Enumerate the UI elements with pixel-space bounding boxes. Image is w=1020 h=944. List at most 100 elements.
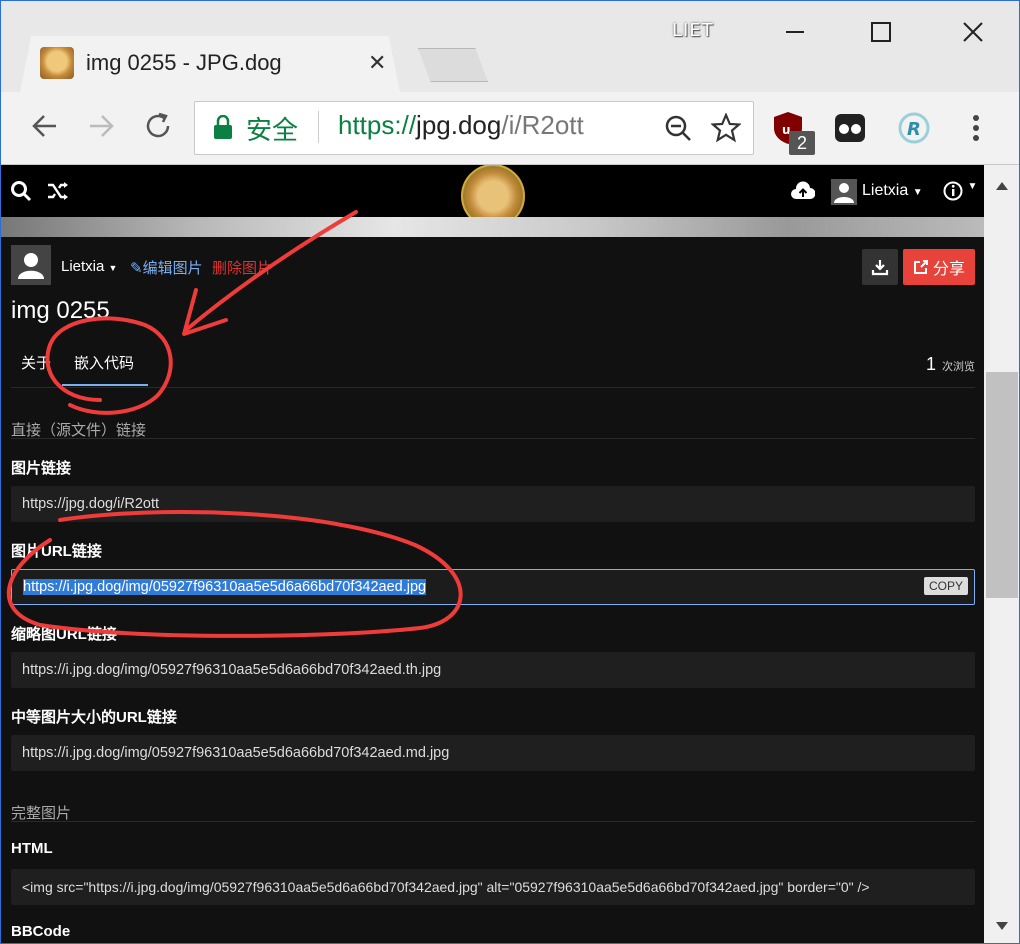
kebab-menu-icon: [973, 115, 979, 141]
doge-favicon-icon: [40, 47, 74, 79]
menu-button[interactable]: [958, 110, 994, 146]
caret-down-icon: ▼: [912, 187, 923, 198]
tabs-divider: [11, 387, 975, 388]
owner-name: Lietxia: [61, 258, 105, 275]
html-code-field[interactable]: <img src="https://i.jpg.dog/img/05927f96…: [11, 869, 975, 905]
html-code-value: <img src="https://i.jpg.dog/img/05927f96…: [22, 879, 870, 895]
url-path: /i/R2ott: [501, 110, 584, 140]
star-icon: [711, 113, 741, 143]
r-circle-icon: R: [898, 112, 930, 144]
info-menu[interactable]: ▼: [943, 181, 977, 206]
share-icon: [913, 260, 928, 274]
thumbnail-url-label: 缩略图URL链接: [11, 626, 117, 643]
url-domain: jpg.dog: [416, 110, 502, 140]
glasses-icon: [835, 114, 865, 142]
arrow-left-icon: [32, 115, 56, 137]
browser-window: LIET img 0255 - JPG.dog ✕ 安全 https://jpg…: [0, 0, 1020, 944]
scroll-up-button[interactable]: [990, 176, 1014, 196]
image-link-field[interactable]: https://jpg.dog/i/R2ott: [11, 486, 975, 522]
header-user-menu[interactable]: Lietxia ▼: [862, 182, 923, 200]
user-icon: [834, 183, 854, 203]
tab-close-icon[interactable]: ✕: [368, 50, 386, 76]
download-button[interactable]: [862, 249, 898, 285]
scroll-down-button[interactable]: [990, 916, 1014, 936]
info-icon: [943, 181, 963, 201]
extension-button-3[interactable]: R: [896, 110, 932, 146]
image-url-label: 图片URL链接: [11, 543, 102, 560]
view-count: 1 次浏览: [926, 354, 975, 375]
download-icon: [871, 260, 889, 276]
tab-embed-codes[interactable]: 嵌入代码: [74, 352, 134, 373]
thumbnail-url-field[interactable]: https://i.jpg.dog/img/05927f96310aa5e5d6…: [11, 652, 975, 688]
bbcode-label: BBCode: [11, 923, 71, 940]
caret-down-icon: ▼: [967, 181, 978, 192]
minimize-button[interactable]: [772, 14, 818, 50]
user-icon: [18, 253, 44, 279]
reload-icon: [146, 112, 170, 138]
share-button[interactable]: 分享: [903, 249, 975, 285]
svg-text:R: R: [907, 119, 921, 140]
section-direct-links: 直接（源文件）链接: [11, 422, 147, 439]
extension-button-2[interactable]: [832, 110, 868, 146]
pencil-icon: ✎: [130, 260, 143, 277]
tab-about[interactable]: 关于: [21, 352, 51, 373]
image-link-label: 图片链接: [11, 460, 72, 477]
shuffle-icon: [48, 182, 68, 200]
scrollbar-thumb[interactable]: [986, 372, 1018, 598]
section-divider: [11, 438, 975, 439]
profile-name[interactable]: LIET: [672, 20, 714, 41]
delete-image-link[interactable]: 删除图片: [212, 257, 272, 278]
site-search-button[interactable]: [10, 180, 32, 207]
header-user-name: Lietxia: [862, 182, 909, 199]
active-tab-indicator: [62, 384, 148, 386]
url-scheme: https://: [338, 110, 417, 140]
thumbnail-url-value: https://i.jpg.dog/img/05927f96310aa5e5d6…: [22, 662, 442, 678]
medium-url-label: 中等图片大小的URL链接: [11, 709, 177, 726]
caret-down-icon: ▼: [108, 263, 118, 273]
owner-avatar[interactable]: [11, 245, 51, 285]
image-title: img 0255: [11, 297, 110, 324]
arrow-right-icon: [90, 115, 114, 137]
zoom-button[interactable]: [660, 110, 696, 146]
maximize-icon: [871, 22, 891, 42]
bookmark-button[interactable]: [708, 110, 744, 146]
triangle-up-icon: [996, 182, 1008, 190]
back-button[interactable]: [26, 108, 62, 144]
edit-image-link[interactable]: ✎编辑图片: [130, 257, 203, 278]
ublock-badge: 2: [789, 131, 815, 155]
image-link-value: https://jpg.dog/i/R2ott: [22, 496, 160, 512]
section-full-image: 完整图片: [11, 805, 72, 822]
header-avatar[interactable]: [831, 179, 857, 205]
medium-url-field[interactable]: https://i.jpg.dog/img/05927f96310aa5e5d6…: [11, 735, 975, 771]
owner-menu[interactable]: Lietxia ▼: [61, 258, 117, 275]
minimize-icon: [786, 31, 804, 33]
view-count-label: 次浏览: [942, 361, 975, 373]
lock-icon: [214, 115, 232, 139]
image-url-value: https://i.jpg.dog/img/05927f96310aa5e5d6…: [23, 579, 427, 595]
edit-image-label: 编辑图片: [142, 260, 203, 277]
omnibox-divider: [318, 111, 319, 143]
copy-button[interactable]: COPY: [923, 577, 968, 595]
url-text[interactable]: https://jpg.dog/i/R2ott: [338, 110, 584, 141]
cloud-upload-icon: [791, 181, 816, 199]
zoom-out-icon: [665, 115, 691, 141]
tab-title: img 0255 - JPG.dog: [86, 50, 282, 75]
upload-button[interactable]: [791, 181, 816, 206]
medium-url-value: https://i.jpg.dog/img/05927f96310aa5e5d6…: [22, 745, 450, 761]
close-icon: [963, 22, 983, 42]
close-window-button[interactable]: [950, 14, 996, 50]
image-url-field[interactable]: https://i.jpg.dog/img/05927f96310aa5e5d6…: [11, 569, 975, 605]
triangle-down-icon: [996, 922, 1008, 930]
view-count-number: 1: [925, 354, 936, 374]
random-button[interactable]: [47, 181, 69, 206]
secure-label: 安全: [246, 115, 299, 145]
html-label: HTML: [11, 840, 53, 857]
forward-button[interactable]: [84, 108, 120, 144]
maximize-button[interactable]: [858, 14, 904, 50]
search-icon: [11, 181, 32, 202]
reload-button[interactable]: [140, 108, 176, 144]
section-divider: [11, 821, 975, 822]
page-viewport: Lietxia ▼ ▼ Lietxia ▼ ✎编辑图片 删除图片 分享 img …: [0, 165, 984, 944]
image-preview-strip: [0, 217, 984, 237]
share-label: 分享: [932, 261, 965, 278]
